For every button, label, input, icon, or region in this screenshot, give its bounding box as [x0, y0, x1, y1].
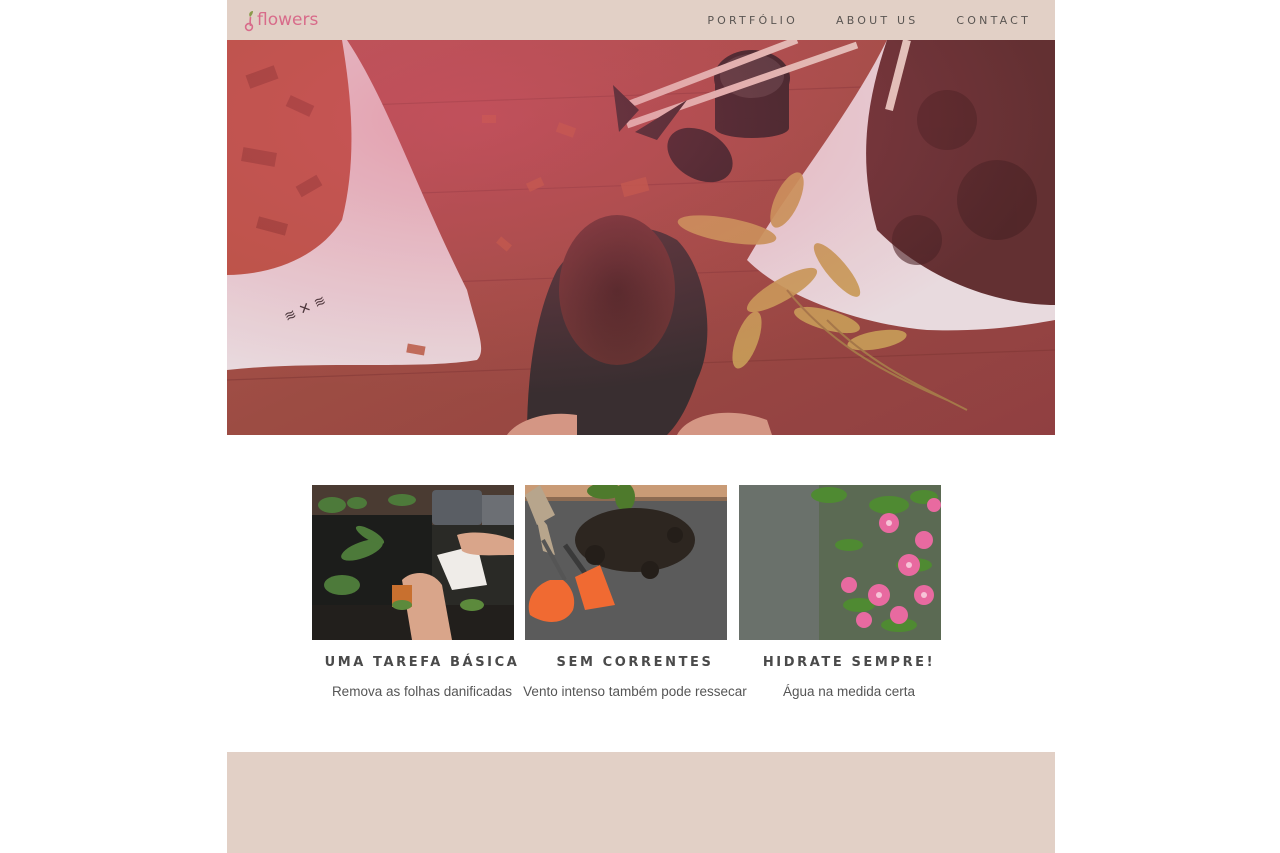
card-description: Água na medida certa	[782, 684, 916, 699]
card-title: UMA TAREFA BÁSICA	[324, 655, 520, 670]
card-image-flowers	[739, 485, 941, 640]
main-nav: PORTFÓLIO ABOUT US CONTACT	[707, 0, 1031, 40]
flower-logo-icon	[244, 7, 258, 33]
card-image-plants	[312, 485, 514, 640]
brand-logo[interactable]: flowers	[244, 7, 318, 33]
page: flowers PORTFÓLIO ABOUT US CONTACT UMA T…	[227, 0, 1055, 853]
card-title: HIDRATE SEMPRE!	[762, 655, 936, 670]
brand-name: flowers	[257, 10, 319, 30]
header-bar: flowers PORTFÓLIO ABOUT US CONTACT	[227, 0, 1055, 40]
card-description: Remova as folhas danificadas	[331, 684, 513, 699]
nav-link-contact[interactable]: CONTACT	[956, 14, 1031, 27]
footer-band	[227, 752, 1055, 853]
card-title: SEM CORRENTES	[556, 655, 714, 670]
card-image-tools	[525, 485, 727, 640]
nav-link-about-us[interactable]: ABOUT US	[836, 14, 918, 27]
nav-link-portfolio[interactable]: PORTFÓLIO	[707, 14, 798, 27]
hero-image: ≋ ✕ ≋	[227, 40, 1055, 435]
card-description: Vento intenso também pode ressecar	[523, 684, 747, 699]
feature-cards: UMA TAREFA BÁSICA Remova as folhas danif…	[312, 485, 972, 705]
